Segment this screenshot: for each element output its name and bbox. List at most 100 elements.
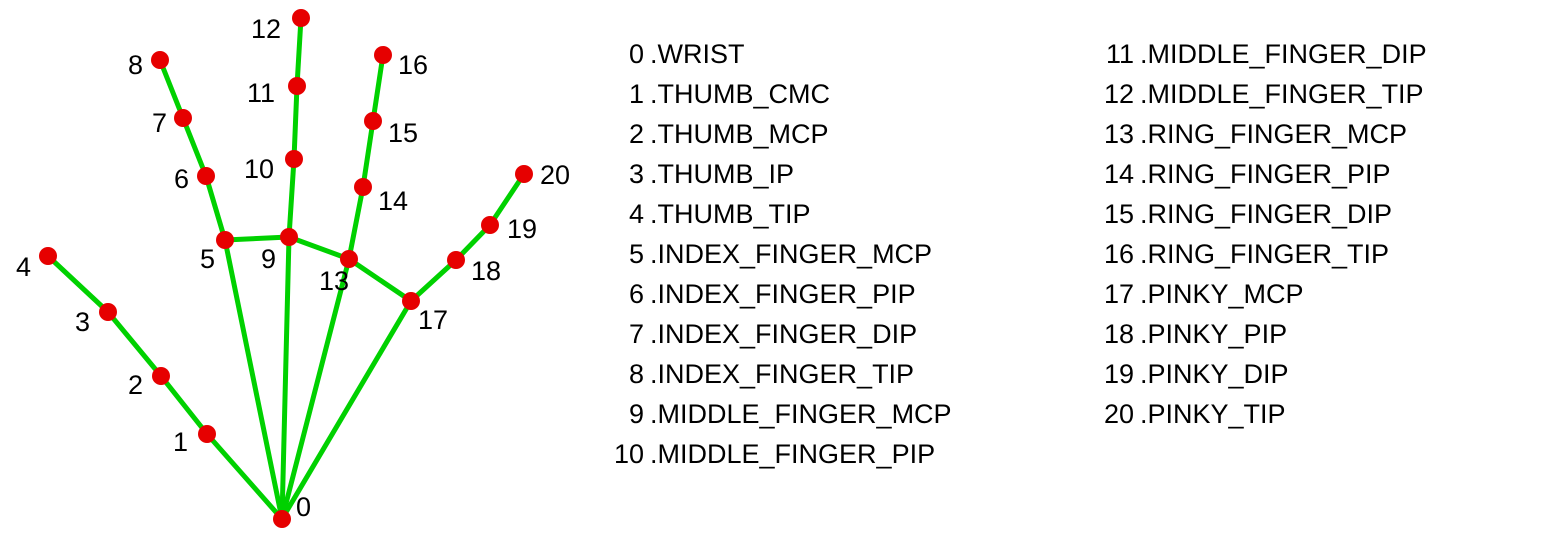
legend-separator: .: [1140, 114, 1148, 154]
landmark-dot-18: [447, 251, 465, 269]
legend-index: 7: [600, 314, 650, 354]
legend-name: PINKY_TIP: [1148, 394, 1286, 434]
landmark-number-7: 7: [152, 110, 167, 137]
legend-row-2: 2. THUMB_MCP: [600, 114, 952, 154]
landmark-number-20: 20: [540, 162, 570, 189]
legend-row-4: 4. THUMB_TIP: [600, 194, 952, 234]
landmark-number-14: 14: [378, 188, 408, 215]
legend-separator: .: [1140, 354, 1148, 394]
legend-row-19: 19. PINKY_DIP: [1090, 354, 1427, 394]
legend-name: INDEX_FINGER_MCP: [658, 234, 933, 274]
legend-separator: .: [1140, 154, 1148, 194]
legend-row-18: 18. PINKY_PIP: [1090, 314, 1427, 354]
bone: [294, 86, 297, 159]
legend-row-10: 10. MIDDLE_FINGER_PIP: [600, 434, 952, 474]
legend-row-12: 12. MIDDLE_FINGER_TIP: [1090, 74, 1427, 114]
legend-row-8: 8. INDEX_FINGER_TIP: [600, 354, 952, 394]
landmark-dot-7: [174, 109, 192, 127]
legend-separator: .: [650, 434, 658, 474]
landmark-dot-3: [99, 303, 117, 321]
legend-name: THUMB_TIP: [658, 194, 811, 234]
bone: [108, 312, 161, 376]
landmark-number-13: 13: [319, 268, 349, 295]
legend-name: RING_FINGER_PIP: [1148, 154, 1391, 194]
legend-separator: .: [1140, 34, 1148, 74]
landmark-number-5: 5: [200, 246, 215, 273]
legend-row-16: 16. RING_FINGER_TIP: [1090, 234, 1427, 274]
bone: [289, 159, 294, 237]
bone: [373, 55, 383, 121]
legend-row-20: 20. PINKY_TIP: [1090, 394, 1427, 434]
legend-row-15: 15. RING_FINGER_DIP: [1090, 194, 1427, 234]
legend-index: 1: [600, 74, 650, 114]
hand-landmarks-figure: 01234567891011121314151617181920 0. WRIS…: [0, 0, 1543, 538]
bone: [225, 237, 289, 240]
landmark-dot-20: [515, 165, 533, 183]
legend-separator: .: [650, 74, 658, 114]
legend-index: 17: [1090, 274, 1140, 314]
landmark-dot-11: [288, 77, 306, 95]
legend-index: 13: [1090, 114, 1140, 154]
legend-index: 20: [1090, 394, 1140, 434]
landmark-number-10: 10: [244, 156, 274, 183]
legend-separator: .: [650, 274, 658, 314]
legend-row-1: 1. THUMB_CMC: [600, 74, 952, 114]
legend-name: MIDDLE_FINGER_TIP: [1148, 74, 1424, 114]
bone: [297, 18, 301, 86]
landmark-number-15: 15: [388, 120, 418, 147]
landmark-number-6: 6: [174, 166, 189, 193]
legend-name: INDEX_FINGER_PIP: [658, 274, 916, 314]
landmark-number-2: 2: [128, 372, 143, 399]
legend-name: PINKY_PIP: [1148, 314, 1288, 354]
legend-index: 3: [600, 154, 650, 194]
landmark-dot-4: [39, 247, 57, 265]
bone: [411, 260, 456, 301]
legend-name: INDEX_FINGER_TIP: [658, 354, 915, 394]
legend-separator: .: [1140, 394, 1148, 434]
landmark-number-17: 17: [418, 307, 448, 334]
landmark-dot-14: [354, 178, 372, 196]
legend-separator: .: [1140, 314, 1148, 354]
legend-separator: .: [650, 34, 658, 74]
landmark-number-4: 4: [16, 254, 31, 281]
hand-skeleton-svg: [0, 0, 600, 538]
landmark-number-1: 1: [173, 429, 188, 456]
legend-index: 4: [600, 194, 650, 234]
bone: [225, 240, 282, 519]
legend-index: 16: [1090, 234, 1140, 274]
landmark-dot-8: [151, 51, 169, 69]
legend-name: THUMB_IP: [658, 154, 795, 194]
legend-row-17: 17. PINKY_MCP: [1090, 274, 1427, 314]
legend-separator: .: [1140, 194, 1148, 234]
landmark-dot-6: [197, 167, 215, 185]
bone: [289, 237, 349, 259]
legend-index: 5: [600, 234, 650, 274]
bone: [282, 259, 349, 519]
legend-name: MIDDLE_FINGER_DIP: [1148, 34, 1427, 74]
bone: [48, 256, 108, 312]
legend-index: 2: [600, 114, 650, 154]
legend-index: 10: [600, 434, 650, 474]
landmark-dot-2: [152, 367, 170, 385]
legend-separator: .: [650, 194, 658, 234]
legend-index: 15: [1090, 194, 1140, 234]
legend-index: 6: [600, 274, 650, 314]
legend-separator: .: [1140, 74, 1148, 114]
landmark-number-19: 19: [507, 216, 537, 243]
landmark-number-11: 11: [247, 80, 275, 107]
legend-name: RING_FINGER_MCP: [1148, 114, 1408, 154]
legend-index: 11: [1090, 34, 1140, 74]
landmark-dot-19: [481, 216, 499, 234]
legend-row-14: 14. RING_FINGER_PIP: [1090, 154, 1427, 194]
landmark-dot-1: [198, 425, 216, 443]
legend-index: 14: [1090, 154, 1140, 194]
legend-separator: .: [650, 234, 658, 274]
legend-row-6: 6. INDEX_FINGER_PIP: [600, 274, 952, 314]
landmark-number-0: 0: [296, 494, 311, 521]
legend-name: MIDDLE_FINGER_PIP: [658, 434, 936, 474]
legend-row-7: 7. INDEX_FINGER_DIP: [600, 314, 952, 354]
legend-separator: .: [650, 354, 658, 394]
landmark-dot-9: [280, 228, 298, 246]
landmark-dot-12: [292, 9, 310, 27]
legend-separator: .: [650, 394, 658, 434]
